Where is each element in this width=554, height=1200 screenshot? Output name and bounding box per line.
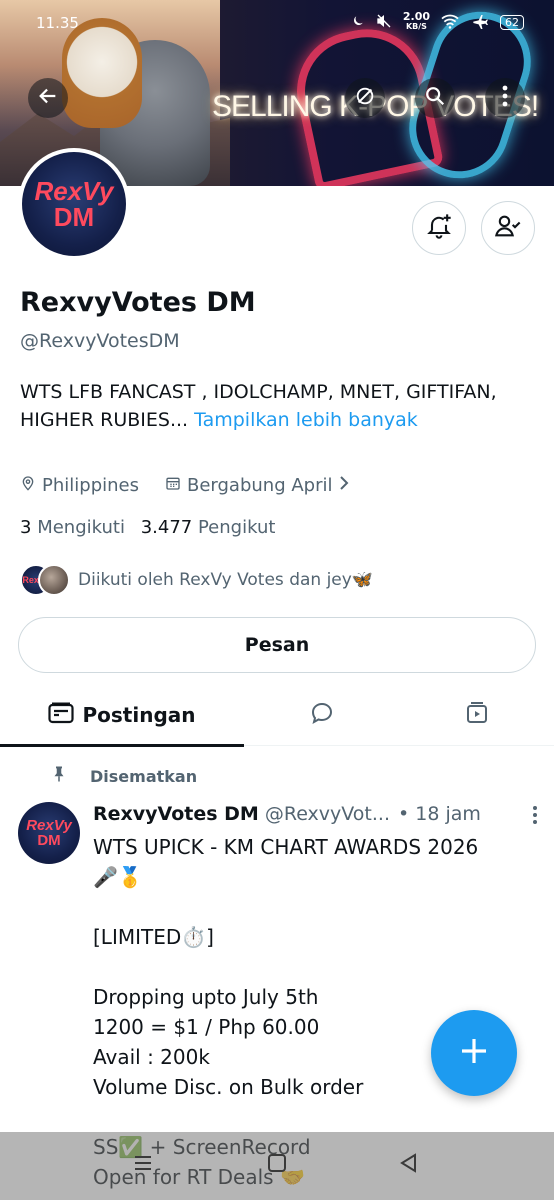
post-time[interactable]: • 18 jam — [398, 803, 481, 825]
more-options-button[interactable] — [485, 78, 525, 118]
tab-posts-label: Postingan — [82, 703, 196, 727]
home-button[interactable] — [266, 1152, 288, 1178]
user-check-icon — [494, 212, 522, 244]
follower-avatar — [38, 564, 70, 596]
status-icons: 2.00 KB/S 62 — [351, 10, 524, 32]
message-button[interactable]: Pesan — [18, 617, 536, 673]
post-more-button[interactable] — [532, 805, 538, 830]
media-icon — [464, 701, 490, 729]
chevron-right-icon — [338, 475, 350, 496]
profile-name: RexvyVotes DM — [20, 287, 256, 318]
location-pin-icon — [20, 474, 36, 497]
followers-link[interactable]: 3.477 Pengikut — [141, 517, 276, 538]
back-button[interactable] — [28, 78, 68, 118]
arrow-left-icon — [37, 85, 59, 111]
pinned-label: Disematkan — [90, 766, 198, 786]
moon-icon — [351, 14, 365, 31]
calendar-icon — [165, 475, 181, 496]
profile-avatar[interactable]: RexVy DM — [18, 148, 130, 260]
profile-handle: @RexvyVotesDM — [20, 330, 180, 352]
chat-bubble-icon — [309, 701, 335, 729]
joined-item[interactable]: Bergabung April — [165, 475, 351, 496]
followed-by-text: Diikuti oleh RexVy Votes dan jey🦋 — [78, 570, 373, 590]
status-time: 11.35 — [36, 14, 79, 32]
joined-text: Bergabung April — [186, 475, 333, 496]
search-button[interactable] — [415, 78, 455, 118]
grok-icon — [354, 85, 376, 111]
mute-icon — [375, 13, 393, 32]
post-header: RexvyVotes DM @RexvyVot... • 18 jam — [93, 803, 538, 825]
menu-lines-icon — [132, 1156, 154, 1178]
pin-icon — [50, 764, 68, 788]
battery-indicator: 62 — [500, 14, 524, 30]
post-author-name[interactable]: RexvyVotes DM — [93, 803, 259, 825]
tab-media[interactable] — [399, 684, 554, 746]
post-author-handle[interactable]: @RexvyVot... — [265, 803, 390, 825]
bell-plus-icon — [425, 212, 453, 244]
location-item: Philippines — [20, 474, 139, 497]
follow-stats: 3 Mengikuti 3.477 Pengikut — [20, 517, 275, 538]
plus-icon — [459, 1036, 489, 1070]
grok-button[interactable] — [345, 78, 385, 118]
system-nav-bar — [0, 1132, 554, 1200]
triangle-back-icon — [398, 1153, 420, 1178]
recents-button[interactable] — [132, 1152, 154, 1178]
system-back-button[interactable] — [398, 1152, 420, 1178]
show-more-link[interactable]: Tampilkan lebih banyak — [194, 409, 418, 431]
tab-replies[interactable] — [244, 684, 399, 746]
notifications-button[interactable] — [412, 201, 466, 255]
tab-posts[interactable]: Postingan — [0, 684, 244, 747]
profile-bio: WTS LFB FANCAST , IDOLCHAMP, MNET, GIFTI… — [20, 378, 540, 434]
location-text: Philippines — [42, 475, 139, 496]
compose-button[interactable] — [431, 1010, 517, 1096]
posts-icon — [48, 702, 75, 729]
airplane-icon — [470, 13, 490, 32]
followed-by[interactable]: RexVy Diikuti oleh RexVy Votes dan jey🦋 — [20, 564, 373, 596]
status-bar: 11.35 2.00 KB/S 62 — [0, 10, 554, 40]
square-icon — [266, 1154, 288, 1178]
following-button[interactable] — [481, 201, 535, 255]
wifi-icon — [440, 13, 460, 32]
profile-meta: Philippines Bergabung April — [20, 474, 350, 497]
network-speed: 2.00 KB/S — [402, 10, 430, 31]
avatar-logo: RexVy DM — [22, 152, 126, 256]
post-author-avatar[interactable]: RexVy DM — [18, 802, 80, 864]
profile-tabs: Postingan — [0, 684, 554, 747]
search-icon — [424, 85, 446, 111]
more-vertical-icon — [532, 806, 538, 830]
following-link[interactable]: 3 Mengikuti — [20, 517, 125, 538]
pinned-indicator: Disematkan — [50, 764, 197, 788]
more-vertical-icon — [502, 85, 508, 111]
